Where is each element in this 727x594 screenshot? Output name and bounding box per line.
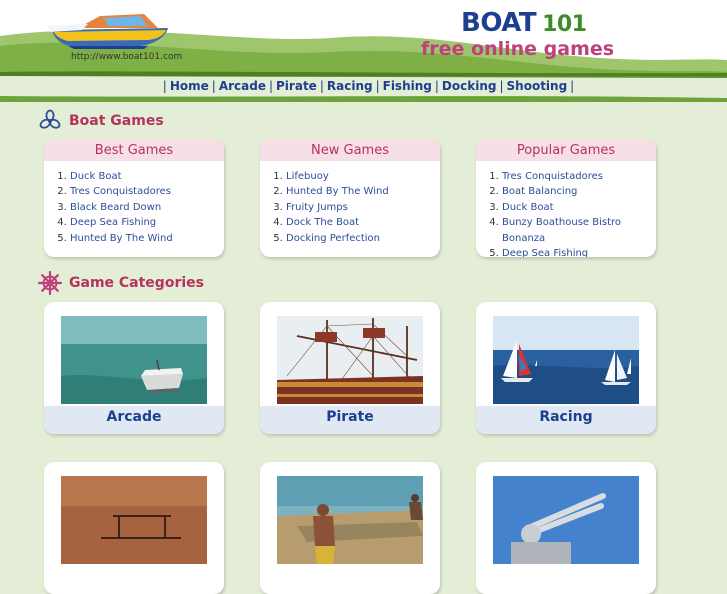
new-games-list: Lifebuoy Hunted By The Wind Fruity Jumps… — [260, 169, 440, 246]
game-link[interactable]: Docking Perfection — [286, 233, 380, 244]
game-link[interactable]: Duck Boat — [502, 202, 554, 213]
category-card-racing[interactable]: Racing — [476, 302, 656, 434]
game-link[interactable]: Deep Sea Fishing — [502, 248, 588, 257]
category-card-shooting[interactable] — [476, 462, 656, 594]
category-label[interactable]: Pirate — [260, 406, 440, 434]
category-card-docking[interactable] — [260, 462, 440, 594]
tagline: free online games — [421, 38, 615, 60]
list-item: Deep Sea Fishing — [70, 215, 224, 230]
nav-separator: | — [162, 79, 167, 93]
list-item: Hunted By The Wind — [70, 231, 224, 246]
ship-wheel-icon — [38, 271, 62, 295]
speedboat-logo — [48, 14, 168, 49]
game-link[interactable]: Bunzy Boathouse Bistro Bonanza — [502, 217, 621, 243]
game-link[interactable]: Lifebuoy — [286, 171, 329, 182]
list-item: Duck Boat — [70, 169, 224, 184]
popular-games-box: Popular Games Tres Conquistadores Boat B… — [476, 139, 656, 257]
nav-pirate[interactable]: Pirate — [276, 79, 317, 93]
game-link[interactable]: Tres Conquistadores — [70, 186, 171, 197]
popular-games-list: Tres Conquistadores Boat Balancing Duck … — [476, 169, 656, 257]
nav-separator: | — [570, 79, 575, 93]
list-item: Boat Balancing — [502, 184, 656, 199]
nav-separator: | — [434, 79, 439, 93]
game-link[interactable]: Hunted By The Wind — [286, 186, 389, 197]
nav-home[interactable]: Home — [170, 79, 209, 93]
best-games-list: Duck Boat Tres Conquistadores Black Bear… — [44, 169, 224, 246]
list-item: Lifebuoy — [286, 169, 440, 184]
racing-photo[interactable] — [493, 316, 639, 404]
game-link[interactable]: Black Beard Down — [70, 202, 161, 213]
game-link[interactable]: Duck Boat — [70, 171, 122, 182]
popular-games-title: Popular Games — [476, 139, 656, 161]
nav-fishing[interactable]: Fishing — [383, 79, 432, 93]
category-card-arcade[interactable]: Arcade — [44, 302, 224, 434]
fishermen-photo[interactable] — [277, 476, 423, 564]
category-card-pirate[interactable]: Pirate — [260, 302, 440, 434]
game-categories-heading: Game Categories — [38, 271, 204, 295]
brand-word-101: 101 — [542, 12, 587, 37]
nav-arcade[interactable]: Arcade — [219, 79, 266, 93]
game-link[interactable]: Fruity Jumps — [286, 202, 348, 213]
section-title: Game Categories — [69, 275, 204, 291]
list-item: Black Beard Down — [70, 200, 224, 215]
deck-cannon-photo[interactable] — [493, 476, 639, 564]
outrigger-boat-photo[interactable] — [61, 476, 207, 564]
nav-separator: | — [499, 79, 504, 93]
nav-shooting[interactable]: Shooting — [507, 79, 568, 93]
list-item: Bunzy Boathouse Bistro Bonanza — [502, 215, 656, 246]
nav-separator: | — [268, 79, 274, 93]
nav-racing[interactable]: Racing — [327, 79, 373, 93]
main-nav: | Home | Arcade | Pirate | Racing | Fishing | Docki… — [0, 76, 727, 96]
brand-word-boat: BOAT — [461, 8, 537, 38]
section-title: Boat Games — [69, 113, 164, 129]
nav-docking[interactable]: Docking — [442, 79, 497, 93]
game-link[interactable]: Hunted By The Wind — [70, 233, 173, 244]
best-games-title: Best Games — [44, 139, 224, 161]
best-games-box: Best Games Duck Boat Tres Conquistadores… — [44, 139, 224, 257]
game-link[interactable]: Boat Balancing — [502, 186, 577, 197]
game-link[interactable]: Deep Sea Fishing — [70, 217, 156, 228]
list-item: Dock The Boat — [286, 215, 440, 230]
list-item: Deep Sea Fishing — [502, 246, 656, 257]
boat-games-heading: Boat Games — [38, 109, 164, 133]
game-link[interactable]: Dock The Boat — [286, 217, 359, 228]
new-games-box: New Games Lifebuoy Hunted By The Wind Fr… — [260, 139, 440, 257]
new-games-title: New Games — [260, 139, 440, 161]
list-item: Fruity Jumps — [286, 200, 440, 215]
nav-separator: | — [375, 79, 380, 93]
list-item: Tres Conquistadores — [70, 184, 224, 199]
nav-separator: | — [211, 79, 216, 93]
category-card-fishing[interactable] — [44, 462, 224, 594]
category-label[interactable]: Arcade — [44, 406, 224, 434]
category-label[interactable]: Racing — [476, 406, 656, 434]
propeller-icon — [39, 109, 61, 129]
site-url[interactable]: http://www.boat101.com — [71, 52, 182, 62]
game-link[interactable]: Tres Conquistadores — [502, 171, 603, 182]
nav-separator: | — [319, 79, 324, 93]
site-header: http://www.boat101.com BOAT 101 free onli… — [0, 0, 727, 102]
list-item: Duck Boat — [502, 200, 656, 215]
list-item: Docking Perfection — [286, 231, 440, 246]
arcade-photo[interactable] — [61, 316, 207, 404]
list-item: Hunted By The Wind — [286, 184, 440, 199]
pirate-photo[interactable] — [277, 316, 423, 404]
list-item: Tres Conquistadores — [502, 169, 656, 184]
brand-title[interactable]: BOAT 101 — [461, 8, 587, 38]
